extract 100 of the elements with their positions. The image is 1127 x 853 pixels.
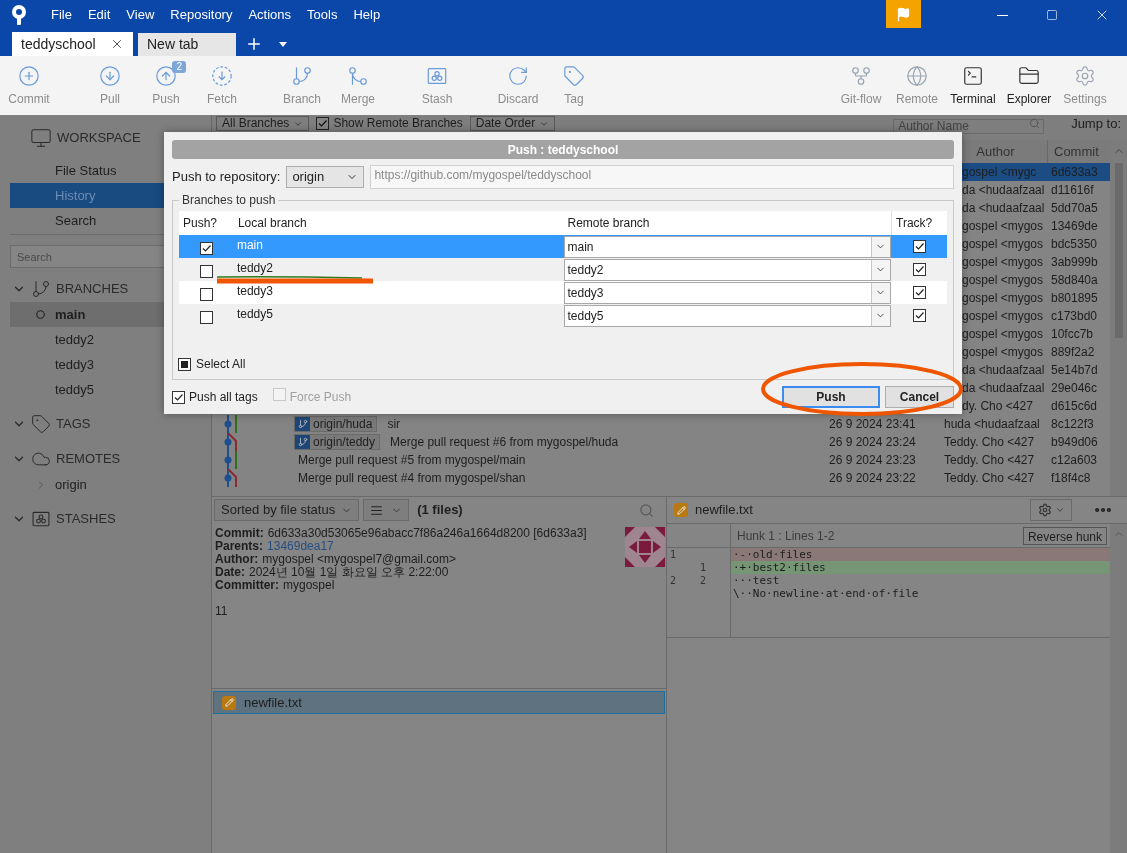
scrollbar[interactable] xyxy=(1110,140,1127,496)
track-checkbox[interactable] xyxy=(913,263,927,276)
commit-author: huda <hudaafzaal xyxy=(944,417,1040,431)
push-checkbox[interactable] xyxy=(199,265,213,278)
commit-hash: 10fcc7b xyxy=(1051,327,1094,341)
track-checkbox[interactable] xyxy=(913,309,927,322)
line-number: 1 xyxy=(700,562,707,573)
toolbar-button[interactable]: Settings xyxy=(1057,59,1113,112)
toolbar-button[interactable]: 2 Push xyxy=(138,59,194,112)
order-dropdown[interactable]: Date Order xyxy=(469,116,556,131)
push-checkbox[interactable] xyxy=(199,311,213,324)
toolbar-button[interactable]: Stash xyxy=(409,59,465,112)
toolbar-button[interactable]: Merge xyxy=(330,59,386,112)
push-checkbox[interactable] xyxy=(199,242,213,255)
commit-date: 26 9 2024 23:41 xyxy=(829,417,916,431)
line-number: 1 xyxy=(670,549,677,560)
column-header: Track? xyxy=(895,215,934,232)
branch-icon xyxy=(297,437,308,447)
branch-label: origin/huda xyxy=(294,416,378,432)
commit-hash: 8c122f3 xyxy=(1051,417,1094,431)
tab[interactable]: New tab xyxy=(138,33,236,56)
app-logo-icon xyxy=(11,4,27,26)
tag-icon xyxy=(31,414,51,434)
toolbar-button[interactable]: Terminal xyxy=(945,59,1001,112)
branch-icon xyxy=(31,279,51,299)
tab[interactable]: teddyschool xyxy=(12,32,133,56)
checkbox[interactable] xyxy=(172,390,185,404)
branch-row[interactable]: main main xyxy=(179,235,947,258)
parent-link[interactable]: 13469dea17 xyxy=(267,540,334,553)
author-search-field[interactable]: Author Name xyxy=(893,118,1045,134)
commit-date: 26 9 2024 23:22 xyxy=(829,471,916,485)
menu-item[interactable]: Edit xyxy=(79,0,119,30)
chevron-down-icon xyxy=(1054,505,1065,515)
section-header[interactable]: STASHES xyxy=(10,506,211,532)
track-checkbox[interactable] xyxy=(913,240,927,253)
stash-icon xyxy=(31,509,51,529)
commit-author: gospel <mygos xyxy=(962,255,1044,269)
section-header[interactable]: REMOTES xyxy=(10,446,211,472)
toolbar-button[interactable]: Pull xyxy=(82,59,138,112)
toolbar-button[interactable]: Explorer xyxy=(1001,59,1057,112)
branch-row[interactable]: teddy3 teddy3 xyxy=(179,281,947,304)
commit-author: da <hudaafzaal xyxy=(962,381,1045,395)
arrow-down-icon xyxy=(99,65,121,87)
view-mode-dropdown[interactable] xyxy=(363,499,410,521)
settings-dropdown[interactable] xyxy=(1030,499,1072,521)
remote-branch-combobox[interactable]: main xyxy=(563,235,891,258)
toolbar-button[interactable]: Discard xyxy=(490,59,546,112)
menu-item[interactable]: Tools xyxy=(299,0,346,30)
toolbar-button[interactable]: Git-flow xyxy=(833,59,889,112)
sort-dropdown[interactable]: Sorted by file status xyxy=(214,499,360,521)
select-all-checkbox[interactable] xyxy=(178,357,191,371)
commit-message: Merge pull request #6 from mygospel/huda xyxy=(389,434,619,451)
list-icon xyxy=(370,503,384,517)
commit-date: 26 9 2024 23:24 xyxy=(829,435,916,449)
push-button[interactable]: Push xyxy=(782,386,880,408)
remote-branch-combobox[interactable]: teddy2 xyxy=(563,258,891,281)
reverse-hunk-button[interactable]: Reverse hunk xyxy=(1022,526,1107,545)
repository-dropdown[interactable]: origin xyxy=(286,166,365,188)
tag-icon xyxy=(563,65,585,87)
file-row[interactable]: newfile.txt xyxy=(213,691,665,714)
toolbar-button[interactable]: Remote xyxy=(889,59,945,112)
menu-item[interactable]: File xyxy=(43,0,80,30)
detail-label: Committer: xyxy=(215,579,279,592)
commit-hash: 13469de xyxy=(1051,219,1098,233)
checkbox[interactable] xyxy=(316,117,330,130)
detail-value: mygospel <mygospel7@gmail.com> xyxy=(262,553,456,566)
commit-row[interactable]: Merge pull request #4 from mygospel/shan 26 9 2024 23:22 Teddy. Cho <427 f18f4c8 xyxy=(212,469,1110,487)
cancel-button[interactable]: Cancel xyxy=(885,386,954,408)
commit-author: da <hudaafzaal xyxy=(962,201,1045,215)
push-checkbox[interactable] xyxy=(199,288,213,301)
commit-author: gospel <mygos xyxy=(962,345,1044,359)
minimize-icon xyxy=(996,14,1008,16)
line-number: 2 xyxy=(670,575,677,586)
toolbar-button[interactable]: Fetch xyxy=(194,59,250,112)
track-checkbox[interactable] xyxy=(913,286,927,299)
dialog-title-bar: Push : teddyschool xyxy=(172,140,954,159)
menu-item[interactable]: Actions xyxy=(240,0,300,30)
jump-label: Jump to: xyxy=(1071,116,1121,131)
commit-hash: bdc5350 xyxy=(1051,237,1098,251)
menu-item[interactable]: View xyxy=(118,0,163,30)
sidebar-item[interactable]: origin xyxy=(10,472,211,497)
section-header[interactable]: TAGS xyxy=(10,411,211,437)
section-title: WORKSPACE xyxy=(57,129,141,148)
menu-item[interactable]: Repository xyxy=(162,0,241,30)
remote-branch-combobox[interactable]: teddy3 xyxy=(563,281,891,304)
remote-branch-combobox[interactable]: teddy5 xyxy=(563,304,891,327)
url-field[interactable]: https://github.com/mygospel/teddyschool xyxy=(370,165,954,189)
commit-message: sir xyxy=(386,416,401,433)
scrollbar[interactable] xyxy=(1110,524,1127,853)
toolbar-button[interactable]: Commit xyxy=(1,59,57,112)
folder-icon xyxy=(1018,65,1040,87)
commit-graph-drawing xyxy=(224,433,238,451)
close-tab-icon[interactable] xyxy=(110,37,124,51)
toolbar-button[interactable]: Tag xyxy=(546,59,602,112)
commit-row[interactable]: Merge pull request #5 from mygospel/main 26 9 2024 23:23 Teddy. Cho <427 c12a603 xyxy=(212,451,1110,469)
branch-filter-dropdown[interactable]: All Branches xyxy=(216,116,310,131)
commit-row[interactable]: origin/teddy Merge pull request #6 from mygospel/huda 26 9 2024 23:24 Teddy. Cho <427 b949d06 xyxy=(212,433,1110,451)
toolbar-button[interactable]: Branch xyxy=(274,59,330,112)
caret-icon xyxy=(279,41,287,47)
menu-item[interactable]: Help xyxy=(345,0,389,30)
